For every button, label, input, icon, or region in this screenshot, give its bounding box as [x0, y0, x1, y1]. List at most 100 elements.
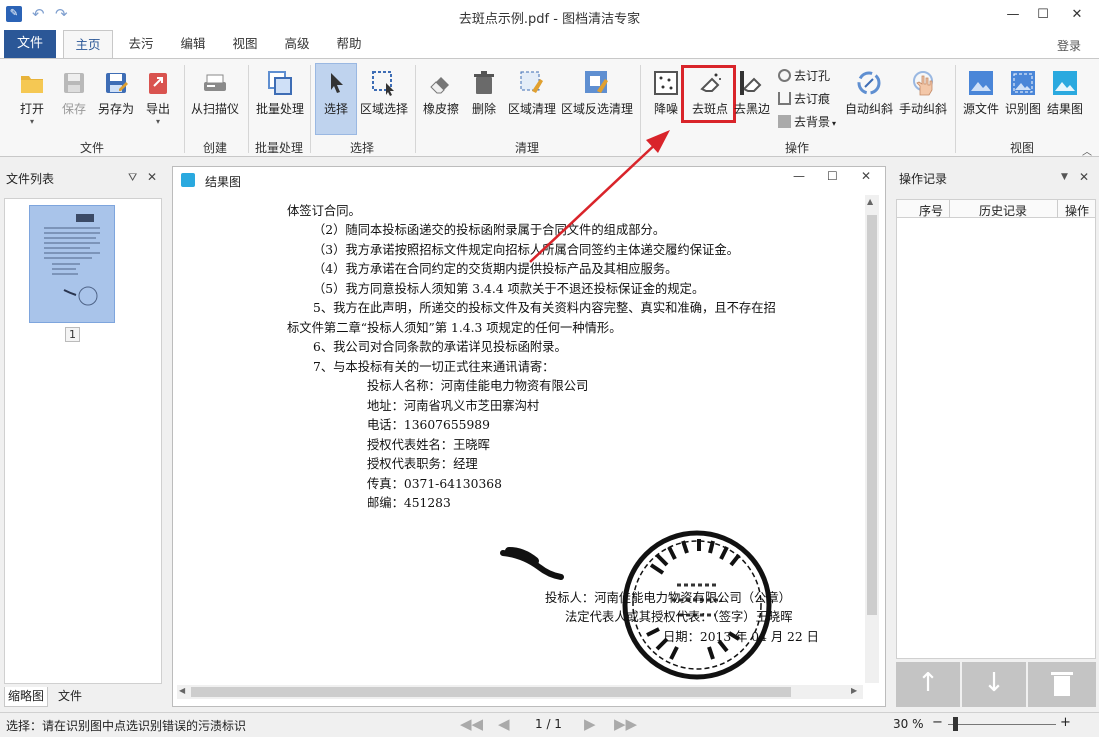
tab-edit[interactable]: 编辑	[170, 30, 216, 58]
result-image-button[interactable]: 结果图	[1045, 69, 1085, 129]
eraser-icon	[430, 77, 449, 94]
doc-line: 授权代表姓名：王晓晖	[367, 438, 490, 452]
denoise-button[interactable]: 降噪	[648, 69, 684, 129]
group-create-label: 创建	[202, 141, 227, 155]
auto-deskew-button[interactable]: 自动纠斜	[844, 69, 894, 129]
doc-line: 6、我公司对合同条款的承诺详见投标函附录。	[313, 340, 567, 354]
doc-line: 5、我方在此声明，所递交的投标文件及有关资料内容完整、真实和准确，且不存在招	[313, 301, 776, 315]
zoom-slider-track[interactable]	[948, 724, 1056, 725]
tab-advanced[interactable]: 高级	[274, 30, 320, 58]
doc-line: （2）随同本投标函递交的投标函附录属于合同文件的组成部分。	[313, 223, 666, 237]
tab-home[interactable]: 主页	[63, 30, 113, 58]
col-divider	[1057, 200, 1058, 218]
select-button[interactable]: 选择	[316, 69, 356, 129]
region-reverse-clean-icon	[585, 71, 608, 93]
prev-page-icon[interactable]: ◀	[498, 715, 510, 733]
delete-record-icon[interactable]	[1028, 662, 1096, 707]
denoise-icon	[654, 71, 678, 95]
remove-background-button[interactable]: 去背景 ▾	[778, 113, 836, 133]
page-indicator: 1 / 1	[535, 717, 562, 731]
document-page[interactable]: 体签订合同。 （2）随同本投标函递交的投标函附录属于合同文件的组成部分。 （3）…	[177, 195, 877, 683]
doc-minimize-button[interactable]: —	[793, 169, 805, 183]
recognition-image-button[interactable]: 识别图	[1003, 69, 1043, 129]
region-select-icon	[372, 71, 394, 96]
eraser-button[interactable]: 橡皮擦	[420, 69, 462, 129]
last-page-icon[interactable]: ▶▶	[614, 715, 637, 733]
zoom-slider-handle[interactable]	[953, 717, 958, 731]
group-select-label: 选择	[349, 141, 374, 155]
close-button[interactable]: ✕	[1062, 4, 1092, 26]
result-image-window: 结果图 — ☐ ✕ 体签订合同。 （2）随同本投标函递交的投标函附录属于合同文件…	[172, 166, 886, 707]
page-thumbnail[interactable]	[29, 205, 115, 323]
panel-menu-icon[interactable]: ▼	[1061, 172, 1068, 182]
manual-deskew-button[interactable]: 手动纠斜	[896, 69, 950, 129]
remove-black-edge-button[interactable]: 去黑边	[734, 69, 770, 129]
doc-line: 7、与本投标有关的一切正式往来通讯请寄：	[313, 360, 555, 374]
zoom-out-icon[interactable]: −	[932, 715, 943, 730]
region-reverse-clean-button[interactable]: 区域反选清理	[559, 69, 635, 129]
close-panel-icon[interactable]: ✕	[1079, 170, 1089, 184]
scroll-left-icon[interactable]: ◀	[179, 686, 185, 695]
zoom-in-icon[interactable]: +	[1060, 715, 1071, 730]
maximize-button[interactable]: ☐	[1028, 4, 1058, 26]
batch-icon	[268, 71, 292, 95]
group-clean-label: 清理	[514, 141, 539, 155]
scroll-up-icon[interactable]: ▲	[867, 197, 873, 206]
despeckle-highlight-box	[681, 65, 736, 123]
staple-icon	[778, 92, 791, 105]
title-bar: ✎ ↶ ↷ 去斑点示例.pdf - 图档清洁专家 — ☐ ✕	[0, 0, 1099, 30]
first-page-icon[interactable]: ◀◀	[460, 715, 483, 733]
save-button[interactable]: 保存	[56, 69, 92, 129]
tab-help[interactable]: 帮助	[326, 30, 372, 58]
doc-maximize-button[interactable]: ☐	[827, 169, 838, 183]
horizontal-scrollbar[interactable]: ◀ ▶	[177, 685, 863, 699]
vertical-scrollbar[interactable]: ▲	[865, 195, 879, 683]
menu-file[interactable]: 文件	[4, 30, 56, 58]
sign-line: 投标人：河南佳能电力物资有限公司（公章）	[545, 591, 791, 605]
filter-icon[interactable]: ⛛	[128, 171, 137, 185]
scanner-button[interactable]: 从扫描仪	[190, 69, 240, 129]
zoom-level: 30 %	[893, 717, 924, 731]
delete-button[interactable]: 删除	[466, 69, 502, 129]
remove-staple-button[interactable]: 去订痕	[778, 90, 830, 110]
col-index: 序号	[919, 204, 944, 218]
export-button[interactable]: 导出 ▾	[140, 69, 176, 129]
open-button[interactable]: 打开 ▾	[12, 69, 52, 129]
tab-view[interactable]: 视图	[222, 30, 268, 58]
tab-files[interactable]: 文件	[50, 687, 90, 707]
region-select-button[interactable]: 区域选择	[358, 69, 410, 129]
doc-line: 邮编：451283	[367, 496, 451, 510]
move-up-icon[interactable]: ↑	[896, 662, 960, 707]
minimize-button[interactable]: —	[998, 4, 1028, 26]
tab-thumbnails[interactable]: 缩略图	[4, 687, 48, 707]
close-panel-icon[interactable]: ✕	[147, 170, 157, 184]
history-table: 序号 历史记录 操作	[896, 199, 1096, 659]
move-down-icon[interactable]: ↓	[962, 662, 1026, 707]
operation-log-title: 操作记录	[899, 172, 948, 186]
save-as-button[interactable]: 另存为	[95, 69, 137, 129]
next-page-icon[interactable]: ▶	[584, 715, 596, 733]
cursor-icon	[331, 73, 343, 93]
hand-icon	[913, 71, 933, 96]
tab-decontaminate[interactable]: 去污	[118, 30, 164, 58]
doc-line: 标文件第二章“投标人须知”第 1.4.3 项规定的任何一种情形。	[287, 321, 622, 335]
result-icon	[1053, 71, 1077, 95]
doc-line: 传真：0371-64130368	[367, 477, 502, 491]
doc-window-title: 结果图	[205, 175, 242, 189]
status-bar: 选择：请在识别图中点选识别错误的污渍标识 ◀◀ ◀ 1 / 1 ▶ ▶▶ 30 …	[0, 712, 1099, 737]
batch-process-button[interactable]: 批量处理	[254, 69, 306, 129]
source-file-button[interactable]: 源文件	[961, 69, 1001, 129]
h-scrollbar-thumb[interactable]	[191, 687, 791, 697]
doc-line: （5）我方同意投标人须知第 3.4.4 项款关于不退还投标保证金的规定。	[313, 282, 705, 296]
trash-icon	[474, 71, 494, 94]
doc-close-button[interactable]: ✕	[861, 169, 871, 183]
collapse-ribbon-icon[interactable]: ︿	[1082, 143, 1092, 158]
scrollbar-thumb[interactable]	[867, 215, 877, 615]
login-link[interactable]: 登录	[1057, 37, 1081, 54]
scroll-right-icon[interactable]: ▶	[851, 686, 857, 695]
remove-hole-button[interactable]: 去订孔	[778, 67, 830, 87]
status-text: 选择：请在识别图中点选识别错误的污渍标识	[6, 719, 247, 733]
region-clean-button[interactable]: 区域清理	[505, 69, 559, 129]
window-title: 去斑点示例.pdf - 图档清洁专家	[458, 12, 641, 27]
dropdown-arrow-icon: ▾	[29, 117, 34, 126]
